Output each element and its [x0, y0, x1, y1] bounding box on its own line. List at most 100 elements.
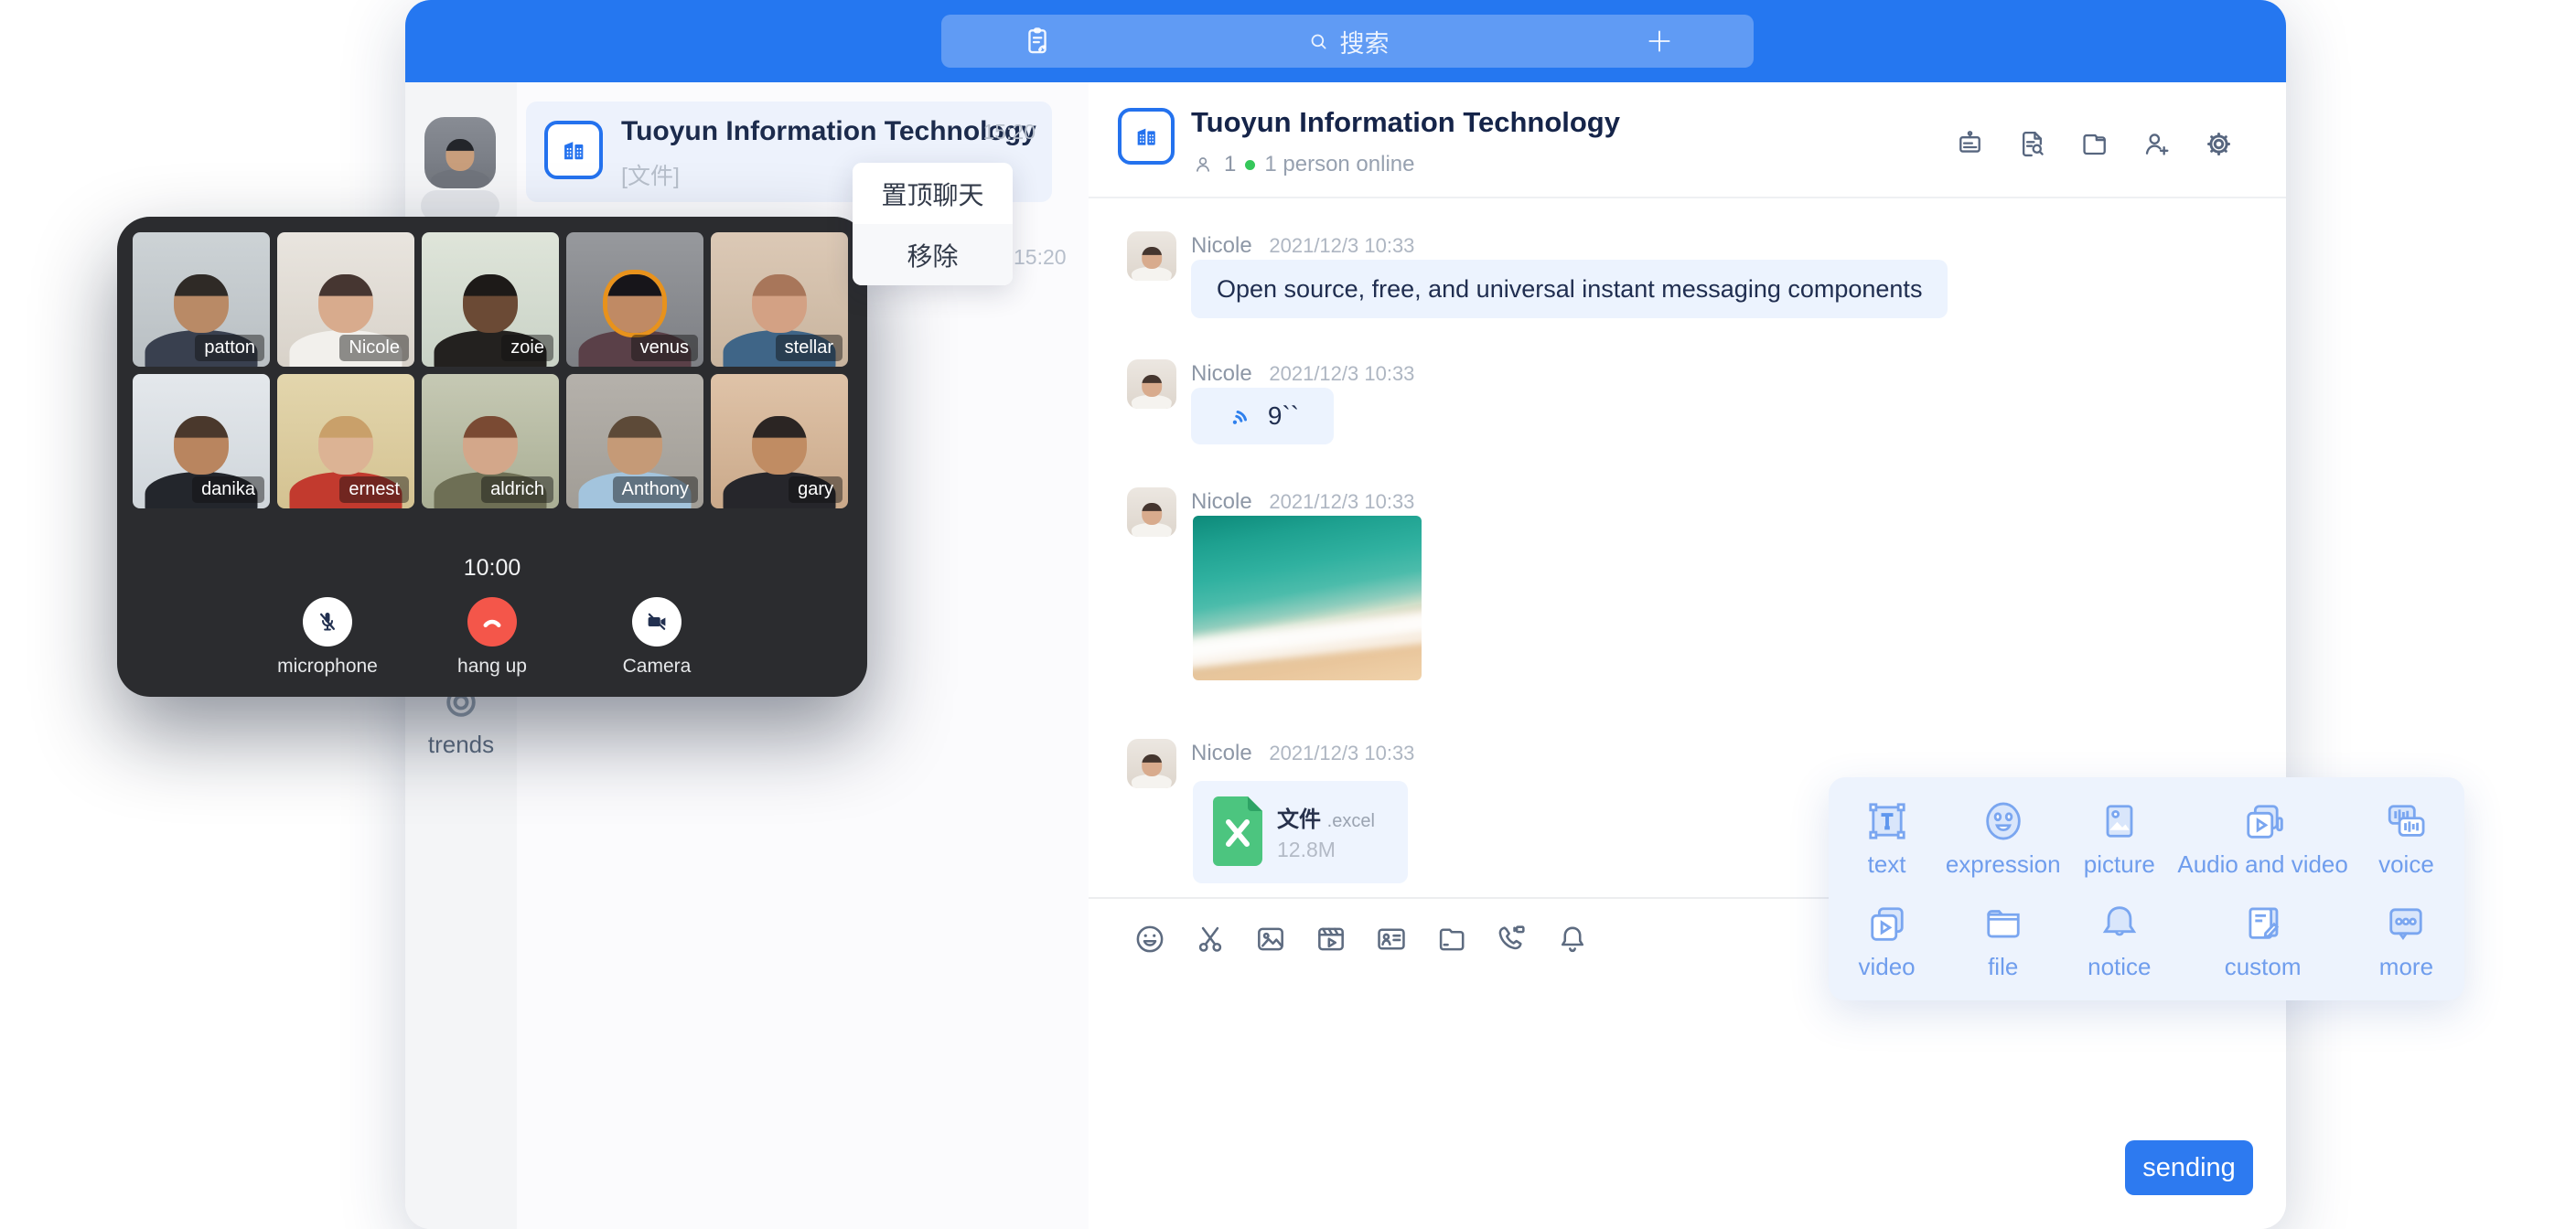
call-controls: microphone hang up Camer	[117, 597, 867, 678]
menu-item-remove[interactable]: 移除	[853, 224, 1013, 285]
camera-muted-icon	[643, 608, 671, 636]
group-files-icon[interactable]	[2078, 128, 2110, 160]
call-participant-tile: ernest	[277, 374, 414, 508]
message-type-panel: text expression picture	[1829, 777, 2464, 1000]
add-member-icon[interactable]	[2141, 128, 2173, 160]
text-message-bubble[interactable]: Open source, free, and universal instant…	[1191, 260, 1948, 318]
participant-name-badge: stellar	[776, 335, 843, 361]
call-participant-tile: danika	[133, 374, 270, 508]
screenshot-stage: 搜索 trends	[0, 0, 2576, 1229]
more-icon	[2382, 900, 2430, 947]
panel-item-custom[interactable]: custom	[2225, 900, 2302, 981]
contact-card-icon[interactable]	[1374, 922, 1409, 956]
emoji-icon[interactable]	[1132, 922, 1167, 956]
screenshot-scissors-icon[interactable]	[1193, 922, 1228, 956]
hang-up-label: hang up	[438, 656, 546, 678]
video-call-icon[interactable]	[1495, 922, 1530, 956]
picture-attach-icon	[2096, 797, 2143, 845]
sender-avatar[interactable]	[1127, 231, 1176, 281]
video-attach-icon	[1863, 900, 1911, 947]
top-bar: 搜索	[405, 0, 2286, 82]
current-user-avatar[interactable]	[424, 117, 496, 188]
member-icon	[1191, 153, 1215, 176]
group-avatar	[544, 121, 603, 179]
menu-item-pin-chat[interactable]: 置顶聊天	[853, 163, 1013, 224]
top-search-pill[interactable]: 搜索	[941, 15, 1754, 68]
call-participant-tile: stellar	[711, 232, 848, 367]
microphone-mute-button[interactable]	[303, 597, 352, 647]
panel-item-more[interactable]: more	[2379, 900, 2433, 981]
search-icon	[1306, 29, 1331, 54]
sender-avatar[interactable]	[1127, 739, 1176, 788]
panel-item-video[interactable]: video	[1858, 900, 1915, 981]
online-dot	[1245, 160, 1255, 170]
participant-name-badge: danika	[192, 476, 264, 503]
message-time: 2021/12/3 10:33	[1269, 234, 1414, 257]
file-extension: .excel	[1327, 811, 1375, 831]
microphone-label: microphone	[274, 656, 381, 678]
announcement-icon[interactable]	[1954, 128, 1986, 160]
panel-item-voice[interactable]: voice	[2378, 797, 2434, 879]
voice-attach-icon	[2382, 797, 2430, 845]
sender-name: Nicole	[1191, 741, 1252, 765]
panel-item-audio-video[interactable]: Audio and video	[2177, 797, 2347, 879]
image-message-beach-photo[interactable]	[1193, 516, 1422, 680]
participant-grid: patton Nicole zoie venus stellar danika …	[133, 232, 848, 508]
picture-icon[interactable]	[1253, 922, 1288, 956]
file-folder-icon[interactable]	[1434, 922, 1469, 956]
call-participant-tile: patton	[133, 232, 270, 367]
chat-group-avatar	[1118, 108, 1175, 165]
participant-name-badge: Anthony	[613, 476, 698, 503]
participant-name-badge: zoie	[501, 335, 553, 361]
message-time: 2021/12/3 10:33	[1269, 362, 1414, 385]
conversation-context-menu: 置顶聊天 移除	[853, 163, 1013, 285]
participant-name-badge: venus	[631, 335, 698, 361]
message-time: 2021/12/3 10:33	[1269, 490, 1414, 513]
camera-toggle-button[interactable]	[632, 597, 682, 647]
call-participant-tile: Anthony	[566, 374, 703, 508]
panel-item-expression[interactable]: expression	[1946, 797, 2061, 879]
video-call-overlay: patton Nicole zoie venus stellar danika …	[117, 217, 867, 697]
chat-title: Tuoyun Information Technology	[1191, 106, 1620, 139]
conversation-title: Tuoyun Information Technology	[621, 116, 1036, 147]
sender-avatar[interactable]	[1127, 359, 1176, 409]
add-plus-icon[interactable]	[1644, 26, 1675, 57]
file-attach-icon	[1980, 900, 2027, 947]
chat-status-row: 1 1 person online	[1191, 152, 1414, 177]
call-participant-tile: aldrich	[422, 374, 559, 508]
settings-gear-icon[interactable]	[2203, 128, 2235, 160]
hang-up-button[interactable]	[467, 597, 517, 647]
panel-item-file[interactable]: file	[1980, 900, 2027, 981]
panel-item-text[interactable]: text	[1863, 797, 1911, 879]
panel-item-picture[interactable]: picture	[2084, 797, 2155, 879]
excel-file-icon	[1213, 796, 1262, 866]
sender-name: Nicole	[1191, 489, 1252, 514]
header-actions	[1954, 128, 2235, 160]
camera-label: Camera	[603, 656, 711, 678]
participant-name-badge: patton	[195, 335, 264, 361]
sender-name: Nicole	[1191, 361, 1252, 386]
search-field[interactable]: 搜索	[941, 15, 1754, 68]
notification-bell-icon[interactable]	[1555, 922, 1590, 956]
panel-item-notice[interactable]: notice	[2088, 900, 2151, 981]
call-participant-tile: gary	[711, 374, 848, 508]
expression-icon	[1980, 797, 2027, 845]
send-button[interactable]: sending	[2125, 1140, 2253, 1195]
sender-avatar[interactable]	[1127, 487, 1176, 537]
hang-up-icon	[478, 607, 507, 636]
participant-name-badge: Nicole	[339, 335, 409, 361]
file-name: 文件	[1277, 807, 1321, 832]
notice-bell-icon	[2096, 900, 2143, 947]
participant-name-badge: aldrich	[481, 476, 553, 503]
chat-history-search-icon[interactable]	[2016, 128, 2048, 160]
file-message-card[interactable]: 文件 .excel 12.8M	[1193, 781, 1408, 883]
trends-label: trends	[405, 731, 517, 759]
mic-muted-icon	[314, 608, 341, 636]
call-participant-tile: Nicole	[277, 232, 414, 367]
video-message-icon[interactable]	[1314, 922, 1348, 956]
call-timer: 10:00	[117, 555, 867, 582]
conversation2-time: 15:20	[1014, 245, 1067, 270]
member-count: 1	[1224, 152, 1236, 177]
chat-header: Tuoyun Information Technology 1 1 person…	[1089, 82, 2286, 198]
voice-message-bubble[interactable]: 9``	[1191, 388, 1334, 444]
